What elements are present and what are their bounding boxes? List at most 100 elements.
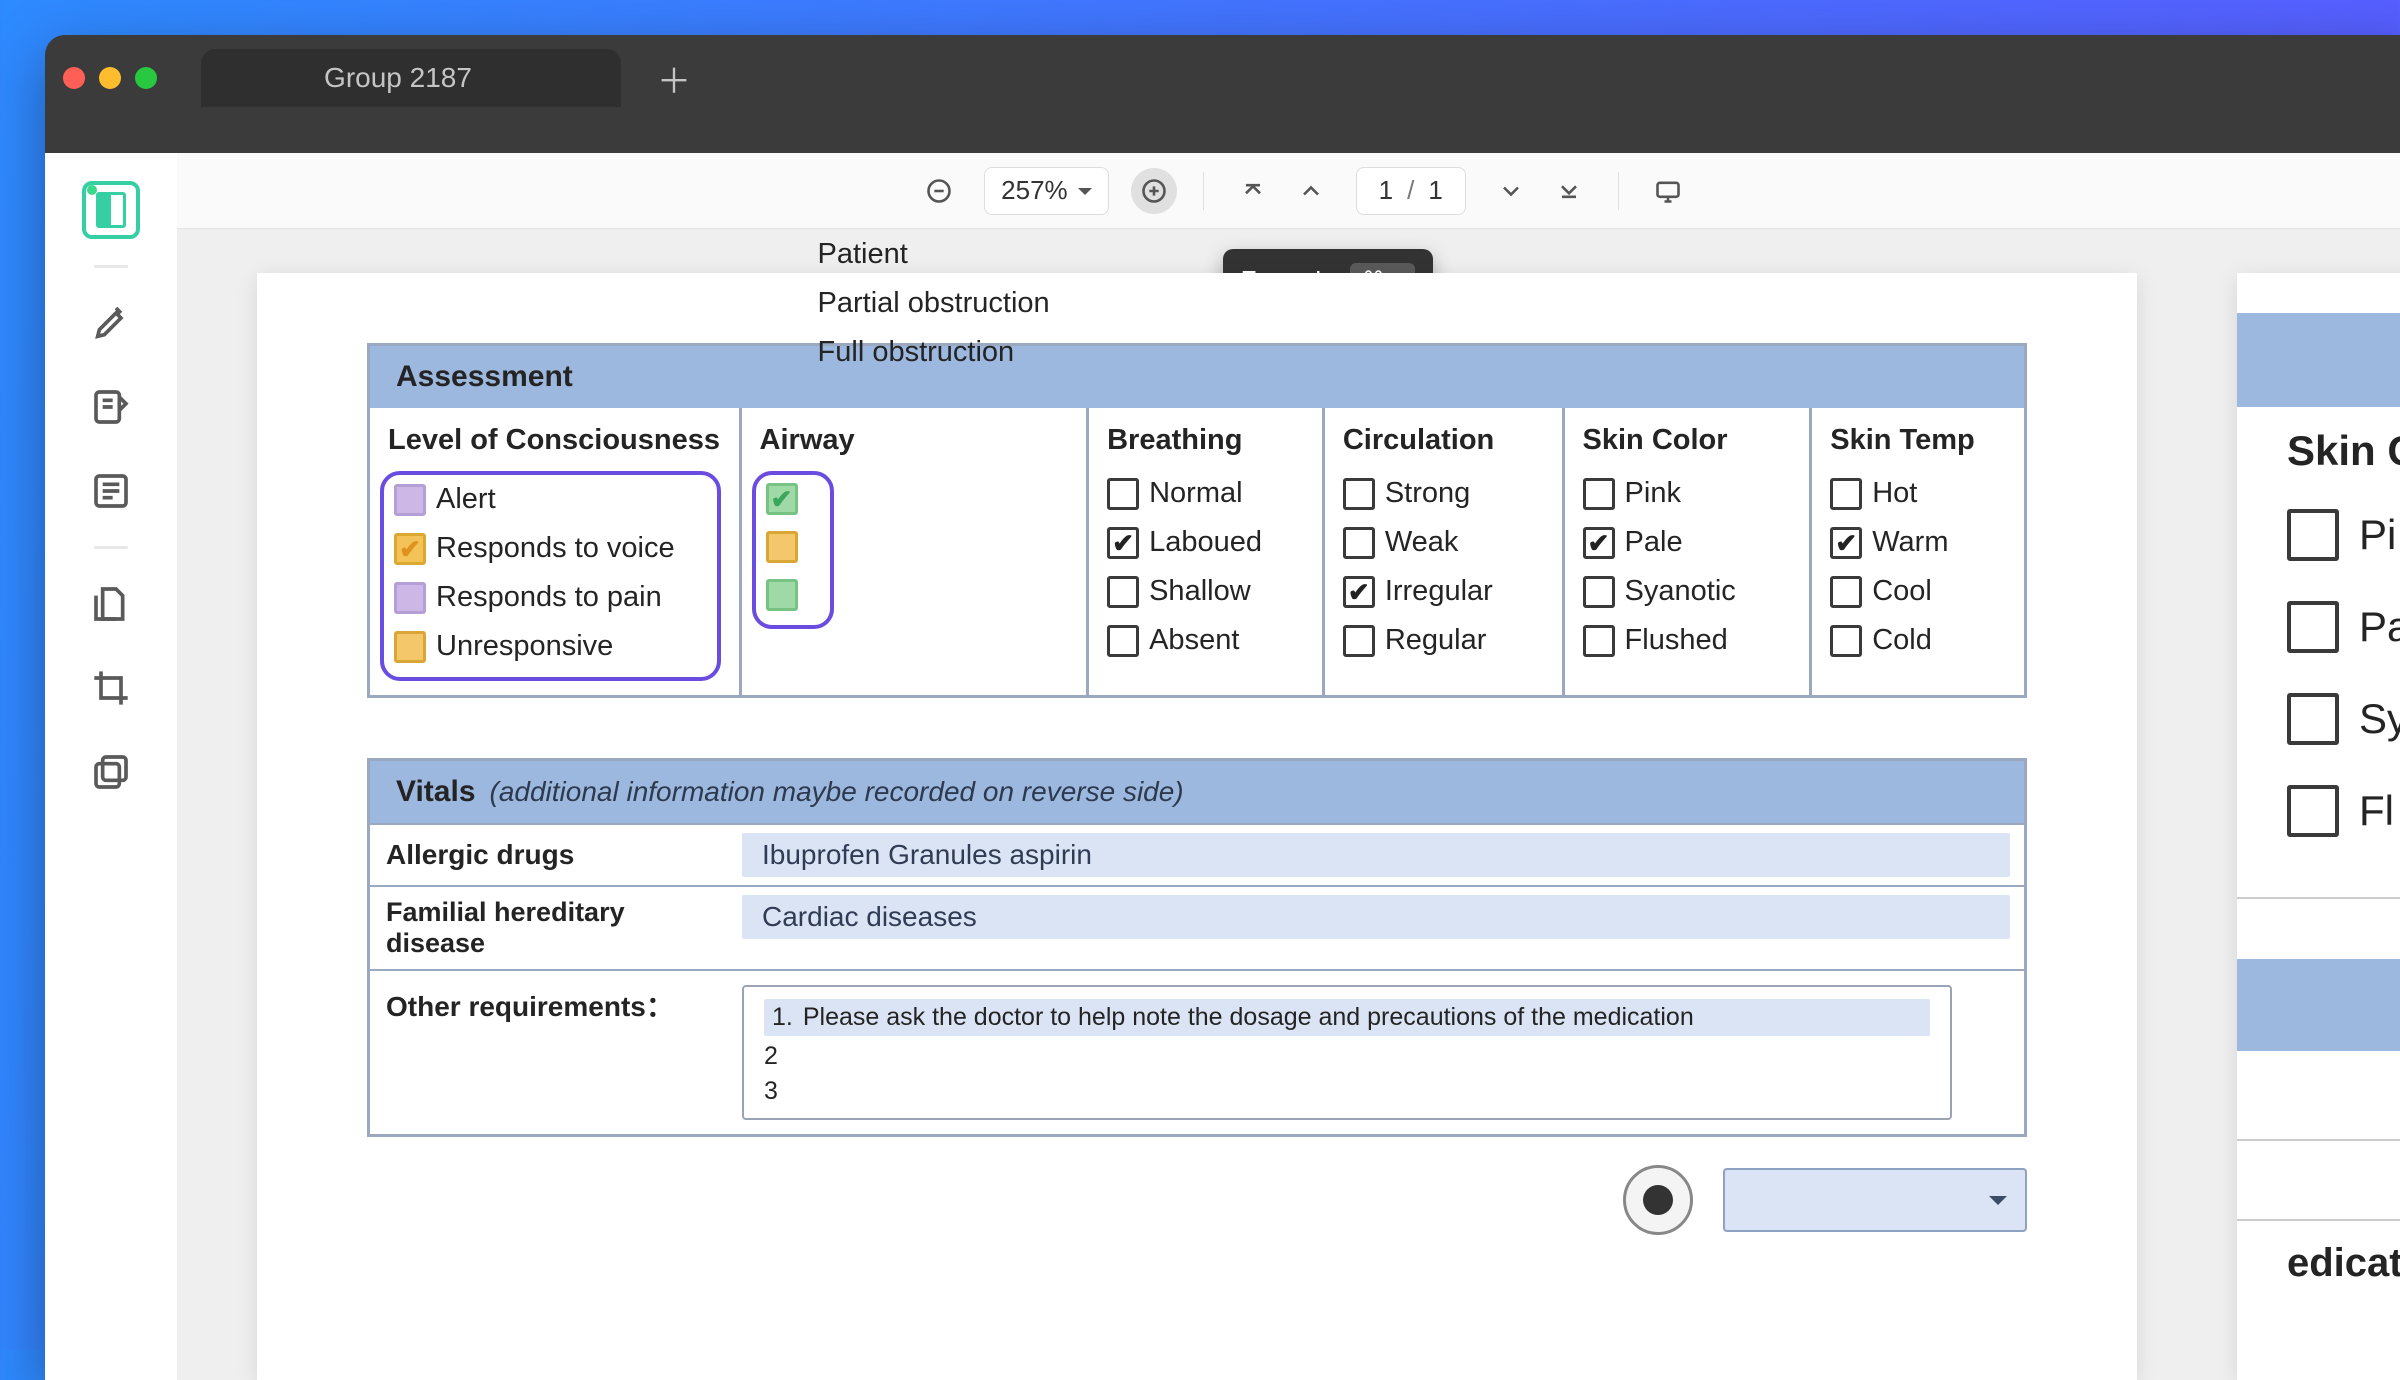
checkbox[interactable] [1583, 478, 1615, 510]
duplicate-icon[interactable] [82, 743, 140, 801]
checkbox[interactable]: ✔ [394, 533, 426, 565]
opt-pink[interactable]: Pink [1583, 477, 1792, 510]
opt-shallow[interactable]: Shallow [1107, 575, 1304, 608]
annotate-icon[interactable] [82, 378, 140, 436]
side-opt[interactable]: Fl [2287, 785, 2400, 837]
opt-full-obstruction[interactable] [766, 579, 820, 611]
checkbox[interactable] [1830, 478, 1862, 510]
zoom-out-button[interactable] [916, 168, 962, 214]
opt-label: Flushed [1625, 624, 1728, 657]
checkbox[interactable] [1343, 527, 1375, 559]
col-header: Breathing [1107, 420, 1304, 463]
side-opt[interactable]: Pi [2287, 509, 2400, 561]
checkbox[interactable] [394, 582, 426, 614]
opt-flushed[interactable]: Flushed [1583, 624, 1792, 657]
opt-hot[interactable]: Hot [1830, 477, 2006, 510]
opt-label: Cold [1872, 624, 1932, 657]
label-allergic: Allergic drugs [370, 825, 728, 885]
form-icon[interactable] [82, 462, 140, 520]
vitals-panel: Vitals (additional information maybe rec… [367, 758, 2027, 1137]
page-indicator[interactable]: 1 / 1 [1356, 167, 1466, 215]
col-header: Circulation [1343, 420, 1544, 463]
highlighter-icon[interactable] [82, 294, 140, 352]
checkbox[interactable] [766, 531, 798, 563]
opt-absent[interactable]: Absent [1107, 624, 1304, 657]
opt-patient[interactable]: ✔ [766, 483, 820, 515]
titlebar: Group 2187 ＋ [45, 35, 2400, 121]
content: 257% 1 / 1 [177, 153, 2400, 1380]
next-page-button[interactable] [1488, 168, 1534, 214]
checkbox[interactable] [1107, 478, 1139, 510]
dropdown-select[interactable] [1723, 1168, 2027, 1232]
other-requirements-textarea[interactable]: 1.Please ask the doctor to help note the… [742, 985, 1952, 1120]
checkbox[interactable] [1583, 625, 1615, 657]
opt-label: Cool [1872, 575, 1932, 608]
checkbox[interactable] [1830, 576, 1862, 608]
tab-group-2187[interactable]: Group 2187 [201, 49, 621, 107]
side-opt[interactable]: Sy [2287, 693, 2400, 745]
checkbox[interactable] [2287, 785, 2339, 837]
checkbox[interactable] [1343, 625, 1375, 657]
opt-pale[interactable]: ✔Pale [1583, 526, 1792, 559]
pages-icon[interactable] [82, 575, 140, 633]
checkbox[interactable] [766, 579, 798, 611]
row-other-requirements: Other requirements： 1.Please ask the doc… [370, 969, 2024, 1134]
checkbox[interactable]: ✔ [1343, 576, 1375, 608]
field-hereditary[interactable]: Cardiac diseases [742, 895, 2010, 939]
checkbox[interactable] [1343, 478, 1375, 510]
fullscreen-window-button[interactable] [135, 67, 157, 89]
checkbox[interactable]: ✔ [1107, 527, 1139, 559]
opt-regular[interactable]: Regular [1343, 624, 1544, 657]
crop-icon[interactable] [82, 659, 140, 717]
checkbox[interactable] [1107, 625, 1139, 657]
app-window: Group 2187 ＋ [45, 35, 2400, 1380]
chevron-down-icon [1989, 1196, 2007, 1214]
close-window-button[interactable] [63, 67, 85, 89]
checkbox[interactable] [394, 631, 426, 663]
opt-responds-pain[interactable]: Responds to pain [394, 581, 707, 614]
opt-strong[interactable]: Strong [1343, 477, 1544, 510]
prev-page-button[interactable] [1288, 168, 1334, 214]
opt-unresponsive[interactable]: Unresponsive [394, 630, 707, 663]
checkbox[interactable] [2287, 509, 2339, 561]
opt-alert[interactable]: Alert [394, 483, 707, 516]
checkbox[interactable] [1107, 576, 1139, 608]
zoom-select[interactable]: 257% [984, 167, 1109, 215]
opt-irregular[interactable]: ✔ Irregular [1343, 575, 1544, 608]
opt-normal[interactable]: Normal [1107, 477, 1304, 510]
opt-partial-obstruction[interactable] [766, 531, 820, 563]
side-bottom-label: edication [2287, 1241, 2400, 1286]
checkbox[interactable] [394, 484, 426, 516]
note-text: Please ask the doctor to help note the d… [803, 1003, 1694, 1032]
opt-weak[interactable]: Weak [1343, 526, 1544, 559]
opt-label: Syanotic [1625, 575, 1736, 608]
opt-cool[interactable]: Cool [1830, 575, 2006, 608]
opt-label: Weak [1385, 526, 1459, 559]
checkbox[interactable]: ✔ [1830, 527, 1862, 559]
first-page-button[interactable] [1230, 168, 1276, 214]
radio-button[interactable] [1623, 1165, 1693, 1235]
opt-label: Shallow [1149, 575, 1251, 608]
field-allergic[interactable]: Ibuprofen Granules aspirin [742, 833, 2010, 877]
paper-area: Assessment Level of Consciousness Alert [257, 273, 2400, 1380]
vitals-title: Vitals [396, 775, 476, 809]
new-tab-button[interactable]: ＋ [653, 57, 695, 99]
opt-warm[interactable]: ✔Warm [1830, 526, 2006, 559]
opt-label: Patient [818, 238, 1050, 271]
present-icon[interactable] [1645, 168, 1691, 214]
opt-cold[interactable]: Cold [1830, 624, 2006, 657]
checkbox[interactable] [2287, 601, 2339, 653]
side-opt[interactable]: Pa [2287, 601, 2400, 653]
checkbox[interactable] [1830, 625, 1862, 657]
checkbox[interactable]: ✔ [766, 483, 798, 515]
opt-responds-voice[interactable]: ✔ Responds to voice [394, 532, 707, 565]
zoom-in-button[interactable] [1131, 168, 1177, 214]
opt-label: Irregular [1385, 575, 1493, 608]
last-page-button[interactable] [1546, 168, 1592, 214]
checkbox[interactable] [1583, 576, 1615, 608]
checkbox[interactable] [2287, 693, 2339, 745]
opt-laboued[interactable]: ✔Laboued [1107, 526, 1304, 559]
opt-syanotic[interactable]: Syanotic [1583, 575, 1792, 608]
minimize-window-button[interactable] [99, 67, 121, 89]
checkbox[interactable]: ✔ [1583, 527, 1615, 559]
